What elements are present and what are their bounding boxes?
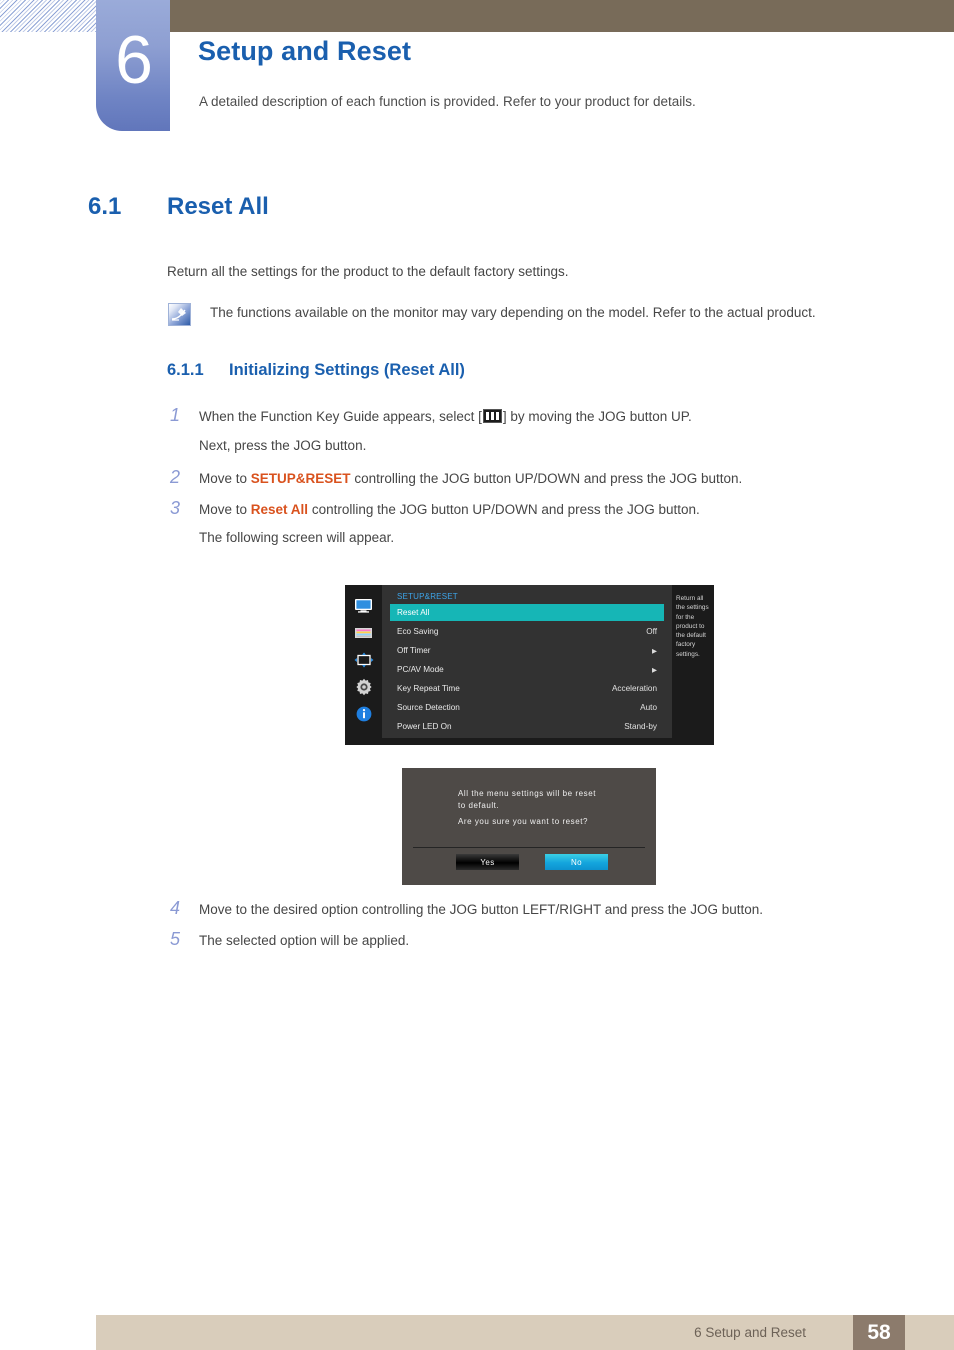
section-title: Reset All: [167, 193, 269, 220]
note-pen-icon: [168, 303, 191, 326]
step-number: 4: [170, 898, 181, 918]
osd-item-label: Power LED On: [397, 722, 452, 731]
dialog-divider: [413, 847, 645, 848]
step-text: Move to SETUP&RESET controlling the JOG …: [199, 471, 742, 486]
chevron-right-icon: ▶: [652, 666, 657, 674]
section-intro-text: Return all the settings for the product …: [167, 264, 569, 279]
osd-item-label: Eco Saving: [397, 627, 439, 636]
chapter-title: Setup and Reset: [198, 36, 412, 66]
subsection-title: Initializing Settings (Reset All): [229, 361, 465, 379]
menu-icon: [482, 409, 502, 423]
osd-menu-item-reset-all[interactable]: Reset All: [390, 604, 664, 621]
osd-item-label: PC/AV Mode: [397, 665, 444, 674]
step-text-post: controlling the JOG button UP/DOWN and p…: [350, 471, 743, 486]
subsection-number: 6.1.1: [167, 361, 204, 379]
osd-menu-item-key-repeat-time[interactable]: Key Repeat Time Acceleration: [390, 680, 664, 697]
osd-item-value: Off: [646, 627, 657, 636]
footer-bar: [96, 1315, 954, 1350]
step-text-post: controlling the JOG button UP/DOWN and p…: [308, 502, 700, 517]
osd-sidebar: [345, 585, 382, 745]
osd-item-label: Key Repeat Time: [397, 684, 460, 693]
chevron-right-icon: ▶: [652, 647, 657, 655]
osd-item-label: Off Timer: [397, 646, 431, 655]
step-text: Move to the desired option controlling t…: [199, 902, 764, 917]
step-text: Move to Reset All controlling the JOG bu…: [199, 502, 700, 517]
step-highlight: SETUP&RESET: [250, 471, 351, 486]
osd-menu-item-off-timer[interactable]: Off Timer ▶: [390, 642, 664, 659]
gear-icon: [354, 678, 374, 695]
info-icon: [354, 705, 374, 722]
manual-page: 6 Setup and Reset A detailed description…: [0, 0, 954, 1350]
step-number: 3: [170, 498, 181, 518]
step-text-pre: When the Function Key Guide appears, sel…: [199, 409, 482, 424]
step-text-line2: The following screen will appear.: [199, 530, 395, 545]
dialog-message-line1: All the menu settings will be reset: [458, 789, 596, 798]
step-number: 5: [170, 929, 181, 949]
osd-menu-item-power-led-on[interactable]: Power LED On Stand-by: [390, 718, 664, 735]
section-number: 6.1: [88, 193, 122, 220]
screen-adjust-icon: [354, 651, 374, 668]
osd-item-label: Reset All: [397, 608, 430, 617]
step-text: When the Function Key Guide appears, sel…: [199, 409, 692, 424]
osd-menu-screenshot: SETUP&RESET Reset All Eco Saving Off Off…: [345, 585, 714, 745]
dialog-no-button[interactable]: No: [545, 854, 608, 870]
osd-menu-item-pc-av-mode[interactable]: PC/AV Mode ▶: [390, 661, 664, 678]
color-bars-icon: [354, 624, 374, 641]
osd-item-value: Acceleration: [611, 684, 657, 693]
osd-menu-panel: SETUP&RESET Reset All Eco Saving Off Off…: [382, 585, 672, 738]
note-text: The functions available on the monitor m…: [210, 305, 816, 320]
dialog-yes-button[interactable]: Yes: [456, 854, 519, 870]
reset-confirm-dialog: All the menu settings will be reset to d…: [402, 768, 656, 885]
monitor-icon: [354, 597, 374, 614]
osd-menu-item-eco-saving[interactable]: Eco Saving Off: [390, 623, 664, 640]
chapter-number: 6: [115, 21, 153, 98]
footer-chapter-label: 6 Setup and Reset: [694, 1325, 806, 1340]
osd-item-label: Source Detection: [397, 703, 460, 712]
footer-page-number: 58: [853, 1315, 905, 1350]
step-highlight: Reset All: [250, 502, 309, 517]
header-brown-bar: [170, 0, 954, 32]
osd-item-value: Auto: [640, 703, 657, 712]
osd-item-value: Stand-by: [624, 722, 657, 731]
step-text-pre: Move to: [199, 471, 251, 486]
osd-menu-item-source-detection[interactable]: Source Detection Auto: [390, 699, 664, 716]
step-number: 2: [170, 467, 181, 487]
chapter-description: A detailed description of each function …: [199, 94, 696, 109]
step-number: 1: [170, 405, 181, 425]
osd-description-panel: Return all the settings for the product …: [673, 585, 714, 745]
osd-menu-title: SETUP&RESET: [397, 592, 458, 601]
dialog-message-line3: Are you sure you want to reset?: [458, 817, 588, 826]
step-text-pre: Move to: [199, 502, 251, 517]
hatch-pattern-decoration-overlay: [0, 0, 96, 32]
step-text-line2: Next, press the JOG button.: [199, 438, 367, 453]
dialog-message-line2: to default.: [458, 801, 500, 810]
chapter-number-badge: 6: [96, 0, 170, 131]
step-text: The selected option will be applied.: [199, 933, 410, 948]
step-text-post: ] by moving the JOG button UP.: [502, 409, 692, 424]
